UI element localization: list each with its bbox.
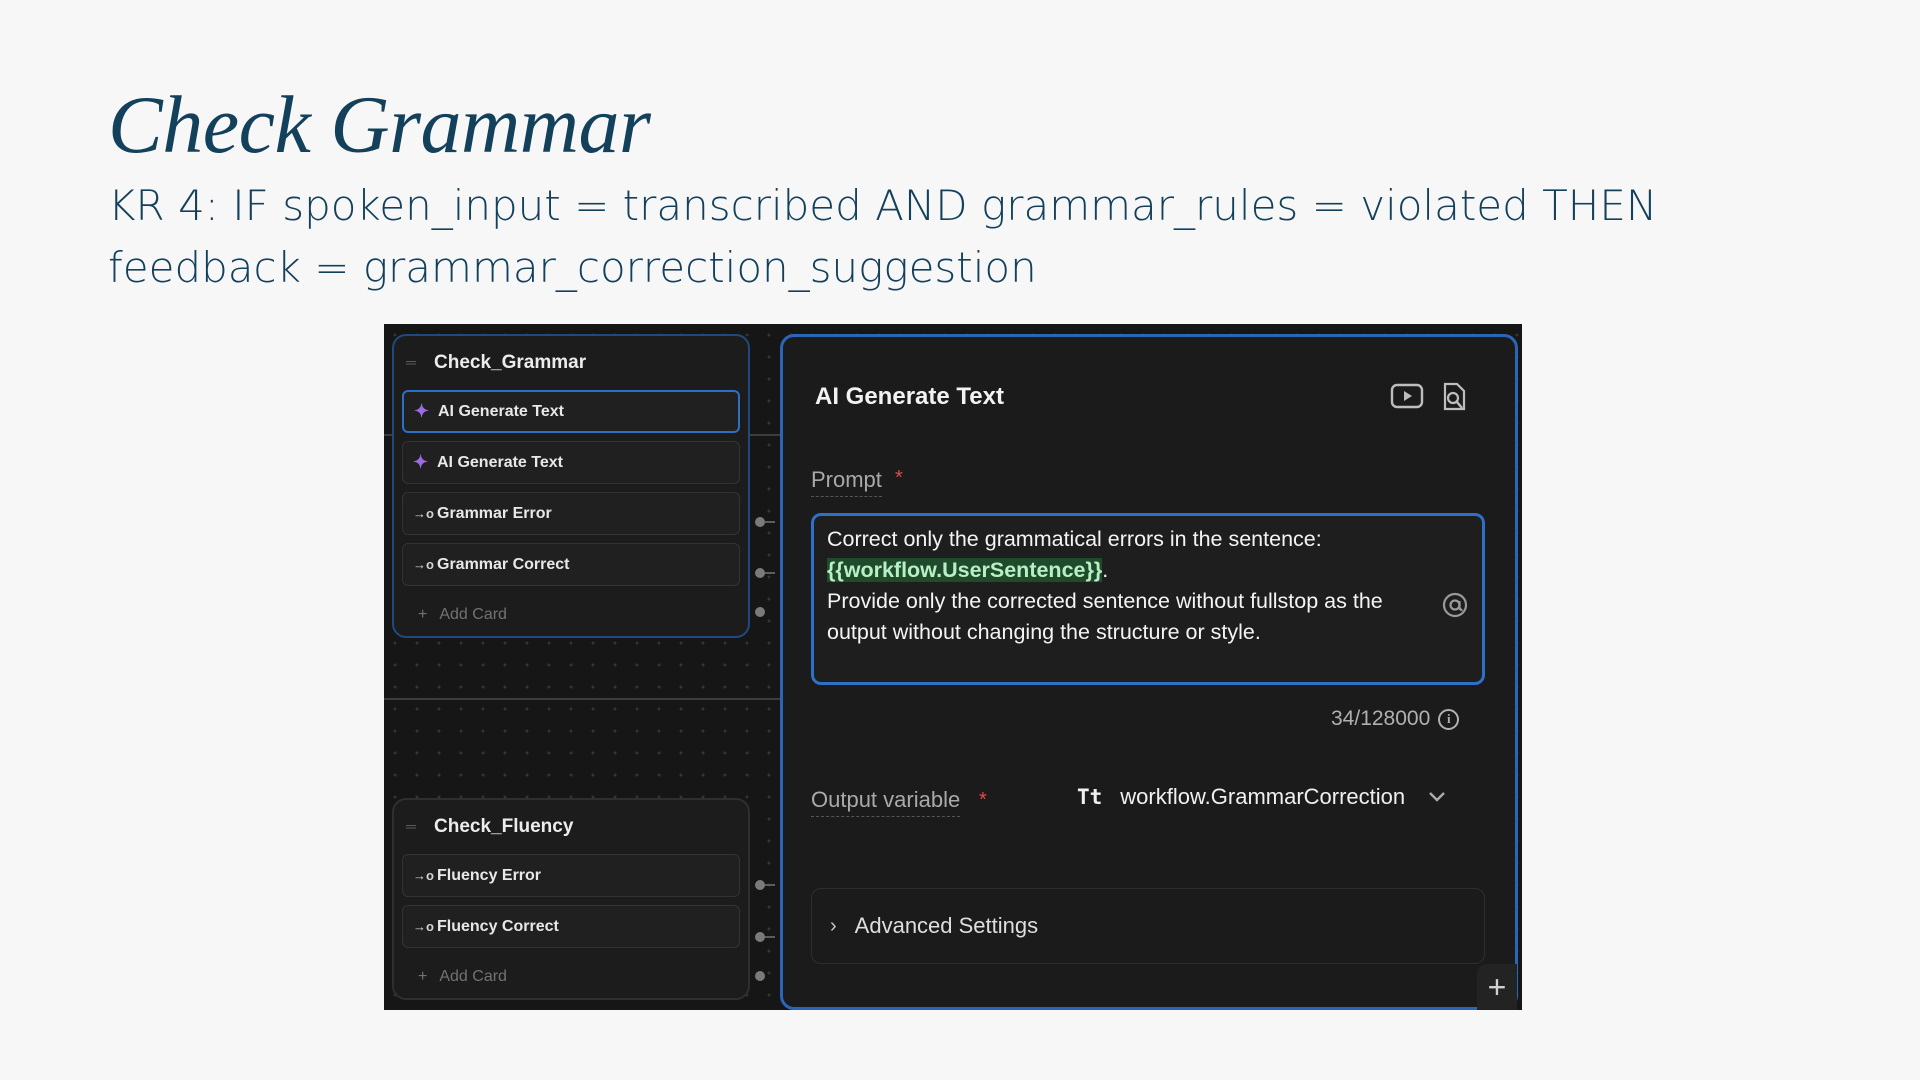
- workflow-screenshot: ═ Check_Grammar ✦ AI Generate Text ✦ AI …: [384, 324, 1522, 1010]
- node-group-check-grammar[interactable]: ═ Check_Grammar ✦ AI Generate Text ✦ AI …: [392, 334, 750, 638]
- card-fluency-error[interactable]: →o Fluency Error: [402, 854, 740, 897]
- group-title: Check_Fluency: [434, 816, 574, 837]
- card-label: AI Generate Text: [438, 402, 564, 420]
- connection-port[interactable]: [755, 517, 765, 527]
- card-label: Fluency Correct: [437, 917, 559, 935]
- sparkle-icon: ✦: [414, 401, 430, 421]
- edge-line: [384, 698, 780, 700]
- prompt-text-line1: Correct only the grammatical errors in t…: [827, 527, 1322, 551]
- character-counter: 34/128000 i: [1331, 707, 1460, 731]
- add-card-label: Add Card: [439, 606, 507, 623]
- slide-title: Check Grammar: [108, 79, 651, 170]
- node-group-check-fluency[interactable]: ═ Check_Fluency →o Fluency Error →o Flue…: [392, 798, 750, 1000]
- group-title: Check_Grammar: [434, 352, 587, 373]
- connection-port[interactable]: [755, 607, 765, 617]
- card-label: Grammar Error: [437, 504, 552, 522]
- port-line: [765, 572, 775, 574]
- output-variable-select[interactable]: Tt workflow.GrammarCorrection: [1077, 784, 1447, 810]
- ai-generate-text-panel: AI Generate Text Prompt * Correct only t…: [780, 334, 1518, 1010]
- prompt-text-line3: Provide only the corrected sentence with…: [827, 589, 1383, 644]
- mention-at-icon[interactable]: [1441, 591, 1469, 619]
- add-node-button[interactable]: +: [1477, 964, 1517, 1010]
- card-label: Fluency Error: [437, 866, 542, 884]
- port-line: [765, 936, 775, 938]
- plus-icon: +: [418, 606, 428, 623]
- prompt-text-period: .: [1102, 558, 1109, 582]
- info-icon[interactable]: i: [1438, 708, 1460, 730]
- document-search-icon[interactable]: [1439, 381, 1469, 413]
- chevron-down-icon: [1427, 784, 1447, 810]
- add-card-button[interactable]: + Add Card: [394, 594, 748, 636]
- required-indicator: *: [895, 467, 903, 489]
- video-tutorial-icon[interactable]: [1389, 381, 1425, 411]
- drag-handle-icon[interactable]: ═: [406, 820, 434, 833]
- card-fluency-correct[interactable]: →o Fluency Correct: [402, 905, 740, 948]
- output-variable-label: Output variable: [811, 787, 961, 817]
- output-variable-value: workflow.GrammarCorrection: [1120, 784, 1406, 809]
- card-grammar-error[interactable]: →o Grammar Error: [402, 492, 740, 535]
- char-count-text: 34/128000: [1331, 707, 1431, 730]
- add-card-button[interactable]: + Add Card: [394, 956, 748, 998]
- card-ai-generate-text[interactable]: ✦ AI Generate Text: [402, 390, 740, 433]
- card-label: AI Generate Text: [437, 453, 563, 471]
- chevron-right-icon: ›: [830, 914, 837, 937]
- slide-subtitle: KR 4: IF spoken_input = transcribed AND …: [108, 181, 1658, 292]
- arrow-circle-icon: →o: [413, 868, 434, 883]
- advanced-settings-toggle[interactable]: › Advanced Settings: [811, 888, 1485, 964]
- advanced-settings-label: Advanced Settings: [854, 913, 1039, 938]
- connection-port[interactable]: [755, 932, 765, 942]
- prompt-label: Prompt: [811, 467, 882, 497]
- panel-title: AI Generate Text: [815, 383, 1004, 410]
- required-indicator: *: [979, 789, 987, 811]
- drag-handle-icon[interactable]: ═: [406, 356, 434, 369]
- card-label: Grammar Correct: [437, 555, 570, 573]
- card-grammar-correct[interactable]: →o Grammar Correct: [402, 543, 740, 586]
- connection-port[interactable]: [755, 971, 765, 981]
- group-header[interactable]: ═ Check_Fluency: [394, 800, 748, 854]
- text-type-icon: Tt: [1077, 785, 1103, 809]
- prompt-textarea[interactable]: Correct only the grammatical errors in t…: [811, 513, 1485, 685]
- add-card-label: Add Card: [439, 968, 507, 985]
- card-ai-generate-text[interactable]: ✦ AI Generate Text: [402, 441, 740, 484]
- port-line: [765, 884, 775, 886]
- workflow-variable-chip[interactable]: {{workflow.UserSentence}}: [827, 558, 1103, 582]
- plus-icon: +: [418, 968, 428, 985]
- connection-port[interactable]: [755, 880, 765, 890]
- port-line: [765, 521, 775, 523]
- arrow-circle-icon: →o: [413, 919, 434, 934]
- arrow-circle-icon: →o: [413, 557, 434, 572]
- connection-port[interactable]: [755, 568, 765, 578]
- sparkle-icon: ✦: [413, 452, 429, 472]
- group-header[interactable]: ═ Check_Grammar: [394, 336, 748, 390]
- arrow-circle-icon: →o: [413, 506, 434, 521]
